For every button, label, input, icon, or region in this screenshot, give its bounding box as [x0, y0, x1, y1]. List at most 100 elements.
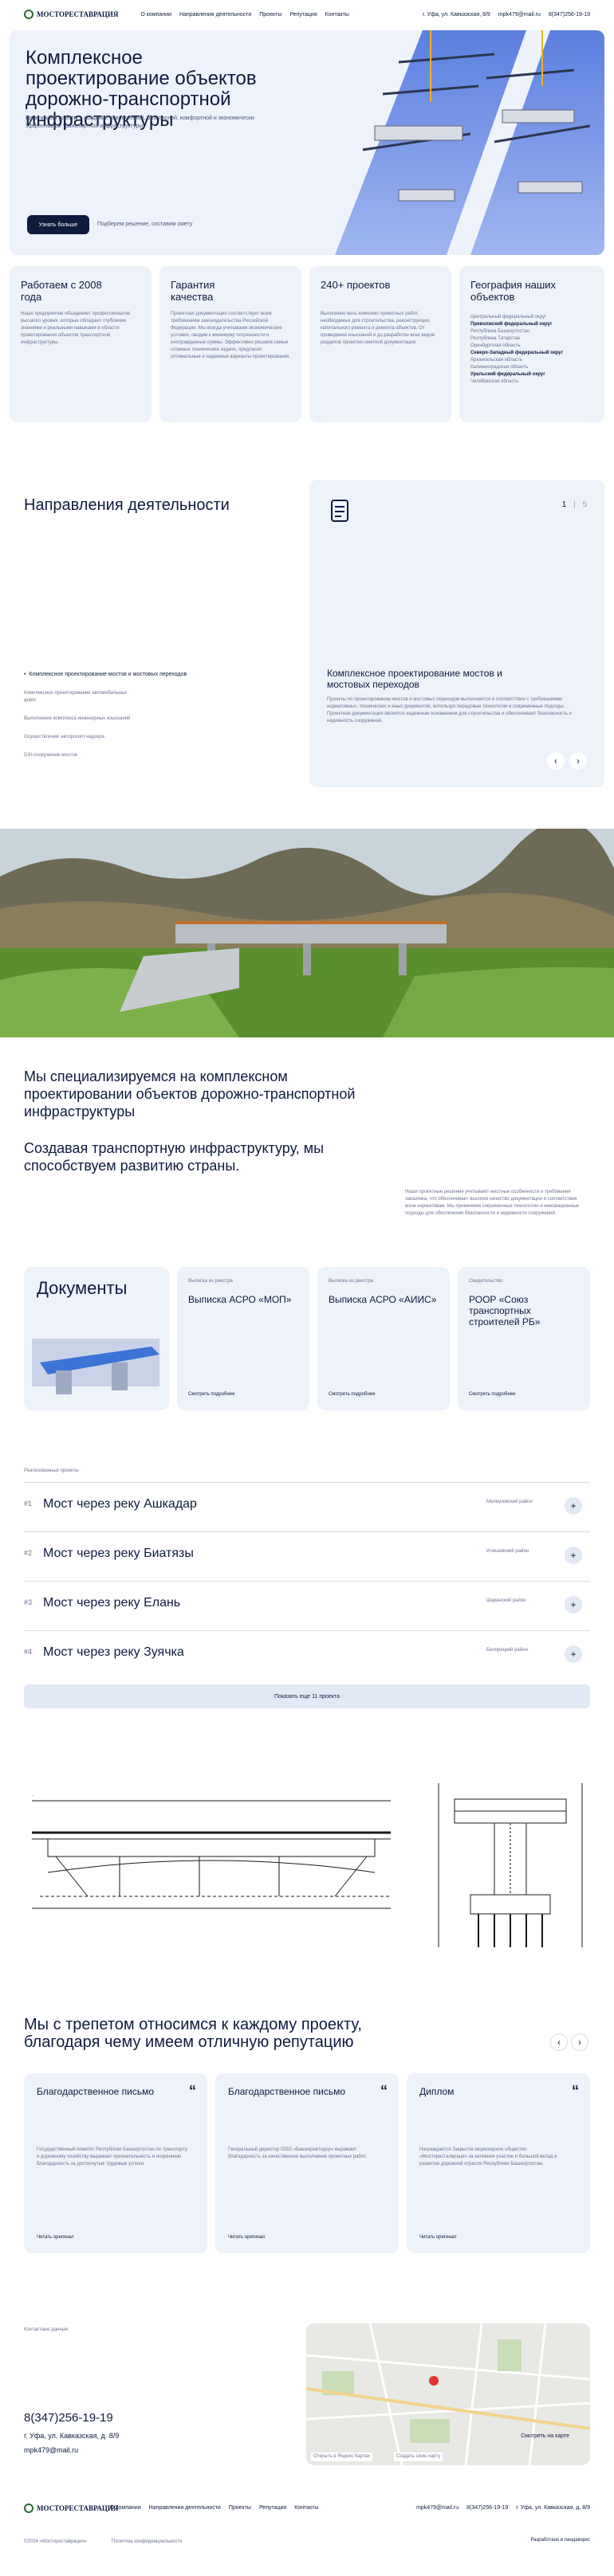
- direction-detail-text: Проекты по проектированию мостов и мосто…: [327, 697, 572, 723]
- review-card: Благодарственное письмо “ Генеральный ди…: [215, 2073, 399, 2253]
- map-link[interactable]: Смотреть на карте: [521, 2433, 569, 2439]
- reputation-title: Мы с трепетом относимся к каждому проект…: [24, 2016, 362, 2051]
- review-text: Государственный комитет Республики Башко…: [37, 2147, 188, 2166]
- developer-credit[interactable]: Разработано в пандаворкс: [530, 2537, 590, 2544]
- footer-nav-reputation[interactable]: Репутация: [259, 2505, 286, 2511]
- expand-plus-icon[interactable]: +: [565, 1645, 582, 1663]
- about-subtitle: Создавая транспортную инфраструктуру, мы…: [24, 1140, 325, 1174]
- logo-emblem-icon: [24, 10, 33, 19]
- direction-item[interactable]: Комплексное проектирование автомобильных…: [24, 690, 128, 704]
- review-card: Диплом “ Награждается Закрытое акционерн…: [407, 2073, 590, 2253]
- projects-label: Реализованные проекты: [24, 1468, 79, 1473]
- contacts-label: Контактные данные: [24, 2327, 69, 2332]
- footer-nav-directions[interactable]: Направления деятельности: [149, 2505, 221, 2511]
- project-row[interactable]: #2 Мост через реку Биатязы Илишевский ра…: [24, 1531, 590, 1581]
- nav-projects[interactable]: Проекты: [259, 12, 281, 18]
- header: МОСТОРЕСТАВРАЦИЯ О компании Направления …: [0, 0, 614, 29]
- logo-emblem-icon: [24, 2503, 33, 2513]
- expand-plus-icon[interactable]: +: [565, 1497, 582, 1515]
- project-row[interactable]: #1 Мост через реку Ашкадар Мелеузовский …: [24, 1482, 590, 1531]
- about-title: Мы специализируемся на комплексном проек…: [24, 1068, 356, 1119]
- footer-nav-about[interactable]: О компании: [110, 2505, 141, 2511]
- nav-contacts[interactable]: Контакты: [325, 12, 349, 18]
- doc-card[interactable]: Выписка из реестра Выписка АСРО «МОП» См…: [177, 1267, 309, 1410]
- project-num: #2: [24, 1549, 33, 1557]
- map[interactable]: Открыть в Яндекс Картах Создать свою кар…: [306, 2323, 590, 2465]
- project-region: Белорецкий район: [486, 1648, 528, 1653]
- expand-plus-icon[interactable]: +: [565, 1547, 582, 1564]
- hero-image: [287, 30, 604, 255]
- contacts-address: г. Уфа, ул. Кавказская, д. 8/9: [24, 2432, 120, 2440]
- geo-item: Республика Башкортостан: [470, 329, 529, 334]
- footer-logo[interactable]: МОСТОРЕСТАВРАЦИЯ: [24, 2503, 118, 2513]
- copyright: ©2024 «Мостореставрация»: [24, 2539, 88, 2544]
- prev-arrow-icon[interactable]: ‹: [547, 752, 565, 770]
- stat-card: 240+ проектов Выполнено весь комплекс пр…: [309, 266, 451, 422]
- directions-list: • Комплексное проектирование мостов и мо…: [24, 671, 191, 759]
- learn-more-button[interactable]: Узнать больше: [27, 215, 89, 234]
- next-arrow-icon[interactable]: ›: [569, 752, 587, 770]
- next-arrow-icon[interactable]: ›: [571, 2033, 588, 2051]
- geo-item: Архангельская область: [470, 358, 522, 363]
- footer-nav-contacts[interactable]: Контакты: [294, 2505, 318, 2511]
- stat-text: Наше предприятие объединяет профессионал…: [21, 312, 131, 345]
- footer-phone[interactable]: 8(347)256-19-19: [466, 2505, 508, 2511]
- quote-icon: “: [380, 2083, 388, 2099]
- nav-reputation[interactable]: Репутация: [289, 12, 317, 18]
- show-more-projects-button[interactable]: Показать еще 11 проекта: [24, 1684, 590, 1708]
- review-text: Генеральный директор ООО «Башкиравтодор»…: [228, 2147, 367, 2159]
- doc-card[interactable]: Свидетельство РООР «Союз транспортных ст…: [458, 1267, 590, 1410]
- directions-title: Направления деятельности: [24, 496, 230, 514]
- footer-email[interactable]: mpk479@mail.ru: [416, 2505, 459, 2511]
- project-title: Мост через реку Биатязы: [43, 1547, 194, 1560]
- header-address[interactable]: г. Уфа, ул. Кавказская, 8/9: [423, 12, 490, 18]
- documents-title: Документы: [37, 1278, 128, 1298]
- footer-nav-projects[interactable]: Проекты: [229, 2505, 251, 2511]
- doc-tag: Свидетельство: [469, 1279, 503, 1284]
- documents-card: Документы: [24, 1267, 169, 1410]
- project-region: Илишевский район: [486, 1549, 529, 1554]
- header-phone[interactable]: 8(347)256-19-19: [549, 12, 590, 18]
- direction-detail-title: Комплексное проектирование мостов и мост…: [327, 668, 502, 690]
- stat-text: Выполнено весь комплекс проектных работ,…: [321, 312, 435, 345]
- review-title: Диплом: [419, 2086, 455, 2097]
- review-link[interactable]: Читать оригинал: [419, 2234, 457, 2241]
- project-row[interactable]: #3 Мост через реку Елань Шаранский район…: [24, 1581, 590, 1630]
- logo[interactable]: МОСТОРЕСТАВРАЦИЯ: [24, 10, 118, 19]
- review-card: Благодарственное письмо “ Государственны…: [24, 2073, 207, 2253]
- slide-counter: 1 | 5: [561, 500, 587, 509]
- prev-arrow-icon[interactable]: ‹: [550, 2033, 568, 2051]
- project-region: Шаранский район: [486, 1598, 526, 1603]
- privacy-policy-link[interactable]: Политика конфиденциальности: [112, 2539, 183, 2546]
- project-num: #4: [24, 1648, 33, 1656]
- doc-link[interactable]: Смотреть подробнее: [188, 1391, 234, 1398]
- map-route-label[interactable]: Создать свою карту: [394, 2452, 443, 2461]
- stat-card: Гарантия качества Проектная документация…: [159, 266, 301, 422]
- project-title: Мост через реку Зуячка: [43, 1645, 184, 1659]
- doc-link[interactable]: Смотреть подробнее: [469, 1391, 515, 1398]
- contacts-email[interactable]: mpk479@mail.ru: [24, 2446, 78, 2454]
- direction-item[interactable]: Выполнение комплекса инженерных изыскани…: [24, 716, 136, 723]
- header-email[interactable]: mpk479@mail.ru: [498, 12, 541, 18]
- stat-title: География наших объектов: [470, 279, 557, 303]
- map-open-label[interactable]: Открыть в Яндекс Картах: [311, 2452, 372, 2461]
- project-title: Мост через реку Ашкадар: [43, 1497, 197, 1511]
- contacts-phone[interactable]: 8(347)256-19-19: [24, 2411, 113, 2425]
- quote-icon: “: [572, 2083, 579, 2099]
- direction-item-active[interactable]: • Комплексное проектирование мостов и мо…: [24, 671, 191, 679]
- doc-title: Выписка АСРО «АИИС»: [329, 1294, 437, 1305]
- review-link[interactable]: Читать оригинал: [228, 2234, 266, 2241]
- geo-item: Челябинская область: [470, 379, 519, 384]
- nav-about[interactable]: О компании: [140, 12, 171, 18]
- direction-item[interactable]: DSI-сооружение мостов: [24, 752, 191, 759]
- doc-card[interactable]: Выписка из реестра Выписка АСРО «АИИС» С…: [317, 1267, 450, 1410]
- doc-link[interactable]: Смотреть подробнее: [329, 1391, 375, 1398]
- review-link[interactable]: Читать оригинал: [37, 2234, 74, 2241]
- stat-title: 240+ проектов: [321, 279, 391, 291]
- project-row[interactable]: #4 Мост через реку Зуячка Белорецкий рай…: [24, 1630, 590, 1680]
- expand-plus-icon[interactable]: +: [565, 1596, 582, 1613]
- nav-directions[interactable]: Направления деятельности: [179, 12, 251, 18]
- documents-illustration: [24, 1315, 169, 1410]
- direction-item[interactable]: Осуществление авторского надзора: [24, 734, 191, 741]
- stat-text: Проектная документация соответствует все…: [171, 312, 290, 359]
